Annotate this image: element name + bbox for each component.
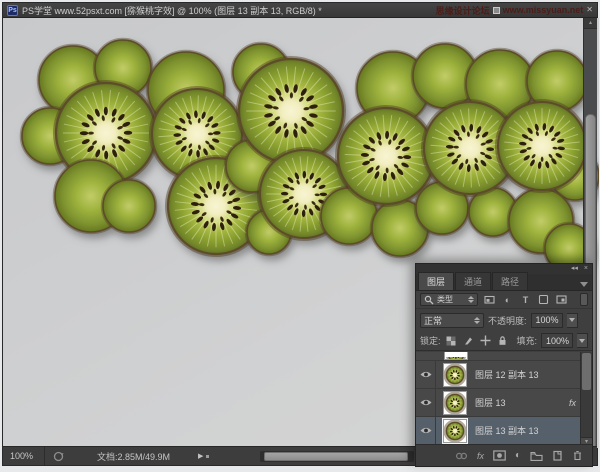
status-sync-icon xyxy=(45,451,71,462)
fill-value-field[interactable]: 100% xyxy=(541,333,573,348)
delete-layer-icon[interactable] xyxy=(572,450,583,461)
opacity-value-field[interactable]: 100% xyxy=(531,313,563,328)
layer-thumbnail[interactable] xyxy=(443,419,467,443)
lock-paint-icon[interactable] xyxy=(462,335,475,347)
new-layer-icon[interactable] xyxy=(552,450,563,461)
layer-row[interactable]: 图层 13 副本 13 xyxy=(416,417,592,445)
photoshop-document-window: Ps PS学堂 www.52psxt.com [猕猴桃字效] @ 100% (图… xyxy=(2,2,598,466)
filter-toggle-switch[interactable] xyxy=(580,293,588,306)
group-layers-icon[interactable] xyxy=(530,451,543,461)
layer-thumbnail[interactable] xyxy=(443,363,467,387)
layer-thumbnail xyxy=(444,352,468,360)
layer-row[interactable]: 图层 13 fx xyxy=(416,389,592,417)
eye-icon xyxy=(419,426,433,435)
eye-icon xyxy=(419,398,433,407)
filter-pixel-icon[interactable] xyxy=(483,293,496,306)
lock-move-icon[interactable] xyxy=(479,335,492,347)
link-layers-icon[interactable] xyxy=(455,451,468,461)
lock-transparent-icon[interactable] xyxy=(445,335,458,347)
layers-list: 图层 12 副本 13 图层 13 fx 图层 13 副本 13 xyxy=(416,352,592,446)
photoshop-app-icon: Ps xyxy=(7,5,18,16)
layer-row[interactable]: 图层 12 副本 13 xyxy=(416,361,592,389)
layer-filter-row: 类型 ◐ T xyxy=(416,291,592,309)
document-title: PS学堂 www.52psxt.com [猕猴桃字效] @ 100% (图层 1… xyxy=(22,4,322,17)
add-mask-icon[interactable] xyxy=(493,450,506,461)
filter-type-select[interactable]: 类型 xyxy=(420,293,478,306)
blend-mode-select[interactable]: 正常 xyxy=(420,313,484,328)
fill-label: 填充: xyxy=(516,334,537,347)
canvas-horizontal-scrollbar[interactable] xyxy=(260,451,414,462)
collapse-panels-icon[interactable]: ◂◂ xyxy=(571,264,578,274)
layer-thumbnail[interactable] xyxy=(443,391,467,415)
lock-label: 锁定: xyxy=(420,334,441,347)
filter-type-icon[interactable]: T xyxy=(519,293,532,306)
eye-icon xyxy=(419,370,433,379)
layer-visibility-toggle[interactable] xyxy=(416,361,436,388)
restore-window-icon[interactable] xyxy=(493,7,500,14)
layer-name[interactable]: 图层 12 副本 13 xyxy=(475,368,539,381)
blend-mode-row: 正常 不透明度: 100% xyxy=(416,309,592,331)
close-panel-icon[interactable]: × xyxy=(584,264,588,274)
filter-type-label: 类型 xyxy=(437,294,453,305)
layers-panel: ◂◂ × 图层通道路径 类型 ◐ T xyxy=(415,263,593,467)
panel-bottom-bar: fx ◐ xyxy=(416,444,592,466)
close-window-icon[interactable]: ✕ xyxy=(586,6,593,14)
select-arrows-icon xyxy=(474,317,480,324)
opacity-dropdown-icon[interactable] xyxy=(567,313,578,328)
scroll-up-icon[interactable]: ▴ xyxy=(584,18,597,29)
panel-tab[interactable]: 图层 xyxy=(418,272,454,290)
panel-tab[interactable]: 路径 xyxy=(492,272,528,290)
layer-fx-badge[interactable]: fx xyxy=(569,398,576,408)
layer-name[interactable]: 图层 13 副本 13 xyxy=(475,424,539,437)
layer-visibility-toggle[interactable] xyxy=(416,389,436,416)
filter-shape-icon[interactable] xyxy=(537,293,550,306)
panel-menu-icon[interactable] xyxy=(580,282,588,287)
layers-list-scrollbar[interactable]: ▾ xyxy=(580,352,592,446)
horizontal-scrollbar-thumb[interactable] xyxy=(264,452,408,461)
watermark-text-right: www.missyuan.net xyxy=(503,5,584,15)
layer-style-icon[interactable]: fx xyxy=(477,451,484,461)
layers-scrollbar-thumb[interactable] xyxy=(582,353,591,390)
watermark-text-left: 思缘设计论坛 xyxy=(436,4,490,17)
layer-row-partial[interactable] xyxy=(416,352,592,361)
panel-tabs: 图层通道路径 xyxy=(416,274,592,291)
filter-adjustment-icon[interactable]: ◐ xyxy=(501,293,514,306)
panel-tab[interactable]: 通道 xyxy=(455,272,491,290)
adjustment-layer-icon[interactable]: ◐ xyxy=(515,450,521,461)
zoom-level-field[interactable]: 100% xyxy=(3,447,45,465)
document-size-info: 文档:2.85M/49.9M xyxy=(97,450,170,463)
title-bar: Ps PS学堂 www.52psxt.com [猕猴桃字效] @ 100% (图… xyxy=(3,3,597,18)
opacity-label: 不透明度: xyxy=(488,314,527,327)
blend-mode-value: 正常 xyxy=(424,314,442,327)
layer-visibility-toggle[interactable] xyxy=(416,417,436,444)
layer-name[interactable]: 图层 13 xyxy=(475,396,506,409)
fill-dropdown-icon[interactable] xyxy=(577,333,588,348)
lock-row: 锁定: 填充: 100% xyxy=(416,331,592,351)
search-icon xyxy=(424,295,434,305)
filter-smart-object-icon[interactable] xyxy=(555,293,568,306)
select-arrows-icon xyxy=(468,296,474,303)
lock-all-icon[interactable] xyxy=(496,335,509,347)
status-flyout-button[interactable]: ▶ xyxy=(198,452,209,460)
